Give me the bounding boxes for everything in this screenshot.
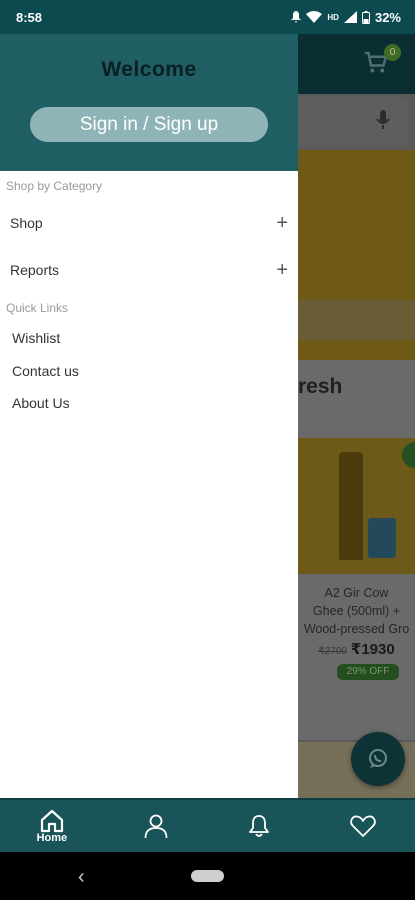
shop-by-category-label: Shop by Category: [6, 179, 103, 193]
battery-icon: [361, 10, 370, 24]
menu-item-label: Shop: [10, 215, 43, 231]
notification-icon: [291, 11, 302, 23]
system-navigation-bar: ‹: [0, 852, 415, 900]
status-bar: 8:58 HD 32%: [0, 0, 415, 34]
menu-item-reports[interactable]: Reports +: [0, 250, 298, 290]
cart-count-badge: 0: [384, 44, 401, 61]
new-price: ₹1930: [350, 641, 395, 658]
menu-item-label: Reports: [10, 262, 60, 278]
welcome-title: Welcome: [101, 58, 197, 81]
home-pill-icon[interactable]: [191, 870, 224, 882]
whatsapp-icon: [369, 749, 387, 768]
mic-icon[interactable]: [375, 109, 391, 131]
quick-links-label: Quick Links: [6, 301, 69, 315]
navigation-drawer: Welcome Sign in / Sign up Shop by Catego…: [0, 34, 298, 798]
link-wishlist[interactable]: Wishlist: [12, 330, 60, 346]
user-icon: [144, 814, 168, 839]
bell-icon: [249, 815, 270, 837]
signal-icon: [343, 11, 357, 23]
status-icons: HD 32%: [291, 10, 401, 25]
link-about-us[interactable]: About Us: [12, 395, 70, 411]
battery-level: 32%: [374, 9, 401, 25]
product-jar-graphic: [368, 518, 396, 558]
nav-home-label: Home: [36, 831, 68, 844]
drawer-header: Welcome Sign in / Sign up: [0, 34, 298, 171]
back-icon[interactable]: ‹: [78, 866, 85, 889]
link-contact-us[interactable]: Contact us: [12, 363, 79, 379]
menu-item-shop[interactable]: Shop +: [0, 203, 298, 243]
discount-badge: 29% OFF: [337, 664, 399, 680]
section-title: resh: [298, 375, 343, 398]
wifi-icon: [306, 11, 323, 23]
nav-profile[interactable]: [126, 801, 186, 851]
expand-plus-icon[interactable]: +: [276, 260, 288, 280]
bottom-navigation: Home: [0, 798, 415, 852]
hd-icon: HD: [327, 12, 339, 22]
nav-notifications[interactable]: [229, 801, 289, 851]
banner-decor: [298, 300, 415, 340]
product-bottle-graphic: [339, 452, 363, 560]
product-name[interactable]: A2 Gir Cow Ghee (500ml) + Wood-pressed G…: [298, 584, 415, 638]
home-icon: [40, 809, 63, 832]
heart-icon: [350, 815, 376, 837]
nav-wishlist[interactable]: [333, 801, 393, 851]
nav-home[interactable]: Home: [22, 801, 82, 851]
status-time: 8:58: [16, 9, 43, 25]
old-price: ₹2700: [318, 646, 347, 657]
product-price: ₹2700 ₹1930: [298, 640, 415, 658]
signin-signup-button[interactable]: Sign in / Sign up: [30, 107, 268, 142]
whatsapp-button[interactable]: [351, 732, 405, 786]
expand-plus-icon[interactable]: +: [276, 213, 288, 233]
